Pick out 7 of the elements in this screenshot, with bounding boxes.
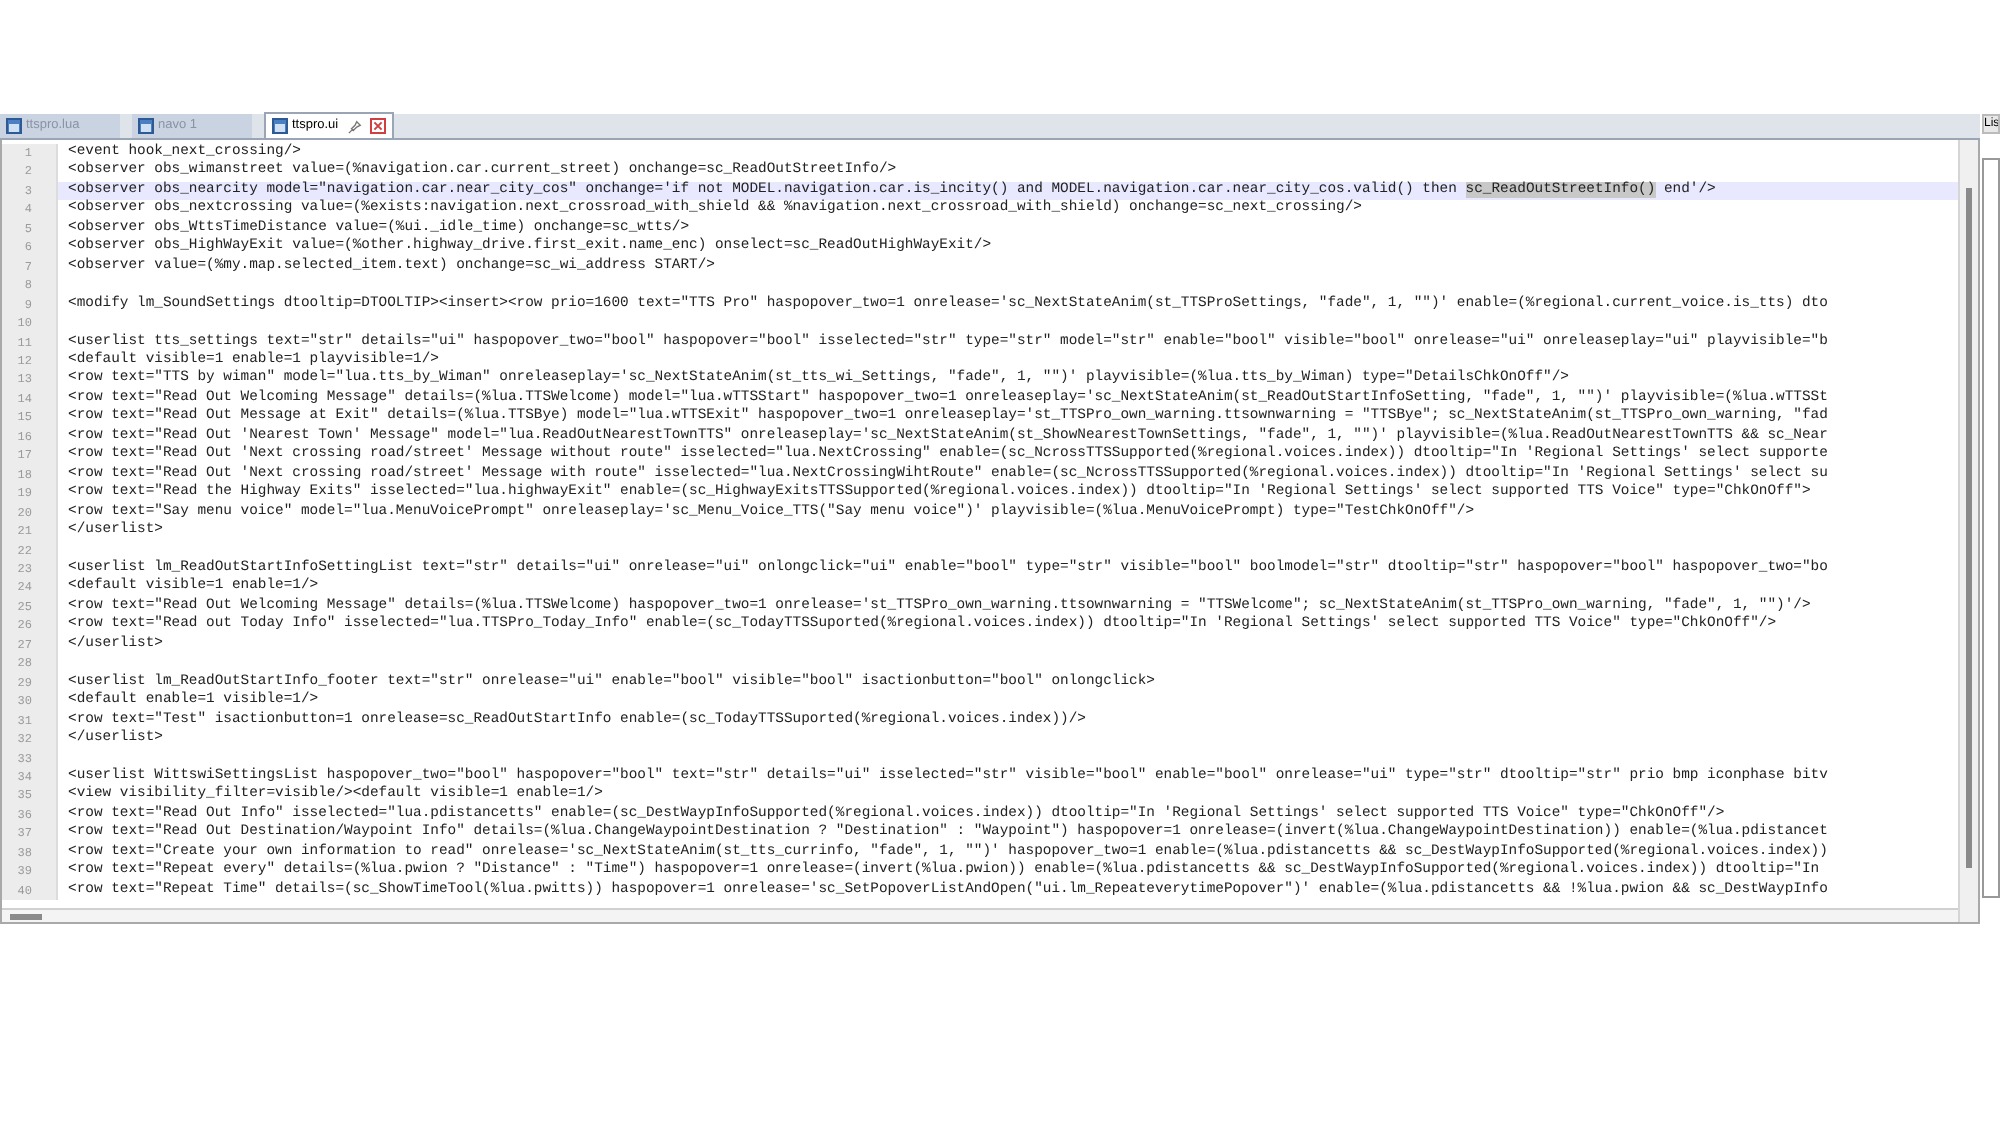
vertical-scrollbar-thumb[interactable] (1966, 188, 1972, 868)
pin-icon[interactable] (348, 119, 363, 133)
file-icon (138, 118, 154, 134)
file-icon (6, 118, 22, 134)
horizontal-scrollbar-thumb[interactable] (10, 913, 42, 919)
close-icon[interactable] (370, 118, 387, 134)
file-icon (272, 118, 288, 134)
